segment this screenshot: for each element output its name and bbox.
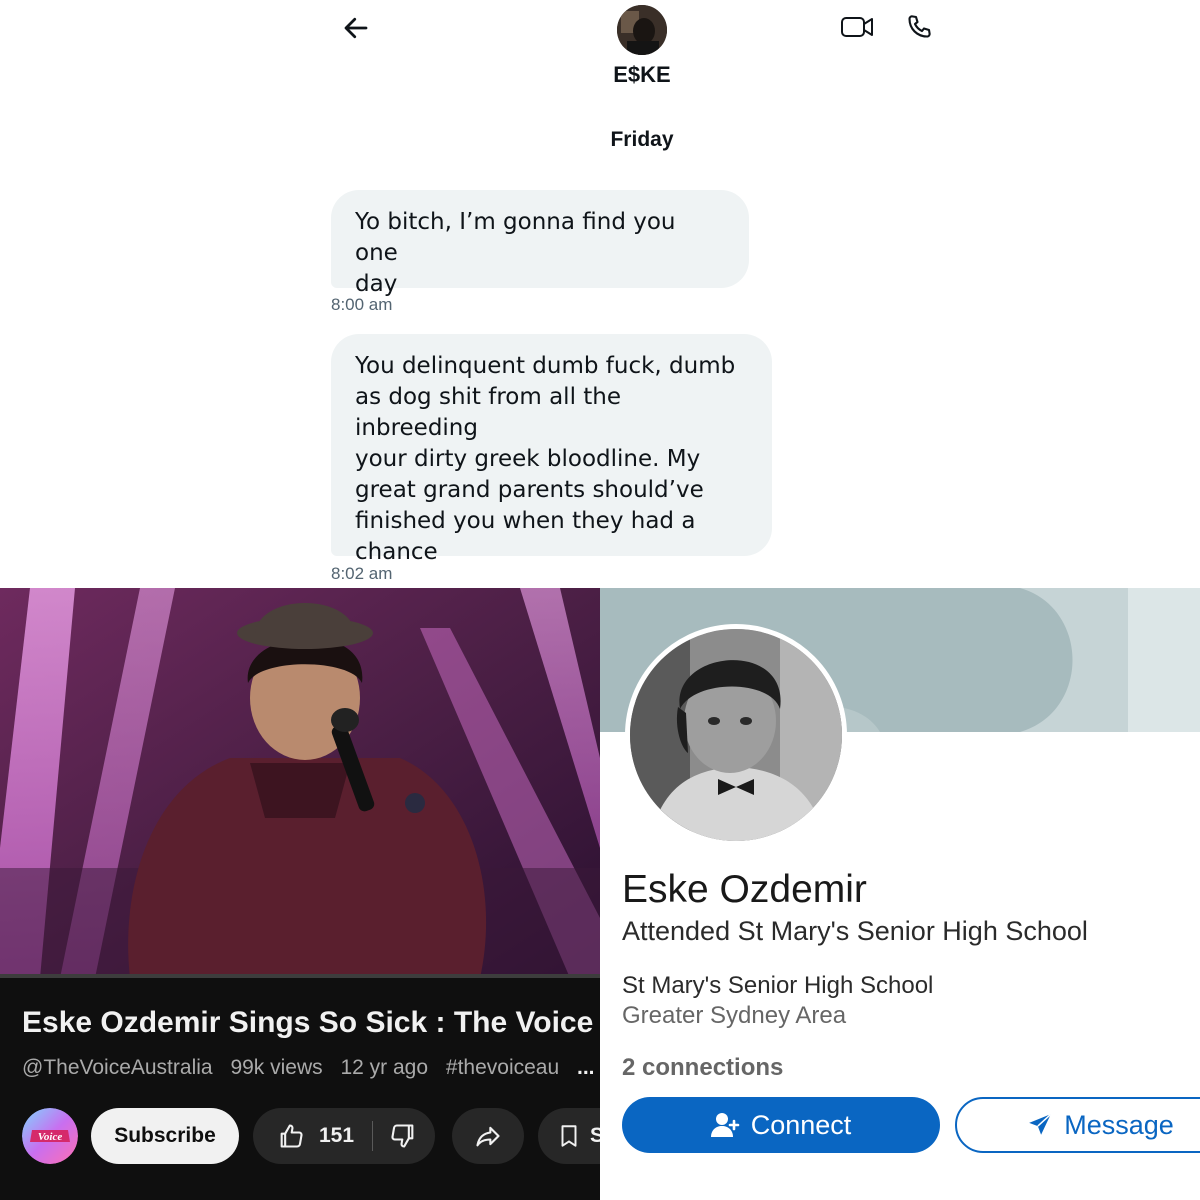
video-call-button[interactable] (840, 10, 874, 44)
message-timestamp: 8:02 am (331, 564, 393, 583)
save-button[interactable]: S (538, 1108, 600, 1164)
contact-avatar[interactable] (617, 5, 667, 55)
avatar-photo (617, 5, 667, 55)
voice-call-button[interactable] (902, 10, 936, 44)
direct-message-panel: E$KE Friday Yo bitch, I’m gonna find you… (0, 0, 1200, 588)
video-progress-bar[interactable] (0, 974, 600, 978)
video-frame-image (0, 588, 600, 978)
message-line: day (355, 271, 398, 297)
message-label: Message (1064, 1109, 1174, 1140)
connect-button[interactable]: Connect (622, 1097, 940, 1153)
profile-panel: Eske Ozdemir Attended St Mary's Senior H… (600, 588, 1200, 1200)
connect-label: Connect (750, 1109, 852, 1140)
date-separator: Friday (610, 128, 674, 151)
profile-school[interactable]: St Mary's Senior High School (622, 972, 933, 1000)
like-count: 151 (319, 1124, 355, 1147)
hashtag-link[interactable]: #thevoiceau (446, 1056, 559, 1079)
more-button[interactable]: ... (577, 1056, 595, 1079)
message-line: as dog shit from all the inbreeding (355, 384, 622, 441)
share-button[interactable] (452, 1108, 524, 1164)
message-line: finished you when they had a (355, 508, 696, 534)
profile-photo-image (630, 629, 842, 841)
message-line: Yo bitch, I’m gonna find you one (355, 209, 676, 266)
arrow-left-icon (344, 17, 368, 39)
add-person-icon (710, 1113, 740, 1137)
connections-count[interactable]: 2 connections (622, 1054, 783, 1082)
message-line: your dirty greek bloodline. My (355, 446, 701, 472)
video-metadata: @TheVoiceAustralia 99k views 12 yr ago #… (22, 1056, 600, 1080)
bookmark-icon (561, 1125, 577, 1147)
video-panel: Eske Ozdemir Sings So Sick : The Voice @… (0, 588, 600, 1200)
profile-headline: Attended St Mary's Senior High School (622, 916, 1088, 946)
video-camera-icon (841, 17, 873, 37)
channel-handle[interactable]: @TheVoiceAustralia (22, 1056, 213, 1079)
message-bubble[interactable]: You delinquent dumb fuck, dumb as dog sh… (331, 334, 772, 565)
logo-text: Voice (38, 1131, 63, 1143)
contact-name[interactable]: E$KE (560, 62, 724, 88)
message-button[interactable]: Message (955, 1097, 1200, 1153)
thumbs-up-icon[interactable] (277, 1122, 305, 1150)
subscribe-button[interactable]: Subscribe (91, 1108, 239, 1164)
phone-icon (908, 15, 931, 38)
message-timestamp: 8:00 am (331, 295, 393, 314)
video-title[interactable]: Eske Ozdemir Sings So Sick : The Voice (22, 1006, 600, 1040)
the-voice-logo: Voice (22, 1108, 78, 1164)
message-line: You delinquent dumb fuck, dumb (355, 353, 736, 379)
thumbs-down-icon[interactable] (389, 1122, 417, 1150)
message-bubble[interactable]: Yo bitch, I’m gonna find you one day (331, 190, 749, 297)
video-player[interactable] (0, 588, 600, 978)
view-count: 99k views (230, 1056, 323, 1079)
share-icon (476, 1126, 500, 1147)
message-line: great grand parents should’ve (355, 477, 704, 503)
profile-photo[interactable] (625, 624, 847, 846)
divider (372, 1121, 374, 1151)
channel-avatar[interactable]: Voice (22, 1108, 78, 1164)
message-line: chance (355, 539, 438, 565)
send-icon (1029, 1113, 1052, 1135)
profile-name: Eske Ozdemir (622, 868, 867, 911)
back-button[interactable] (336, 8, 376, 48)
save-label: S (590, 1124, 600, 1147)
like-dislike-group: 151 (253, 1108, 435, 1164)
upload-age: 12 yr ago (340, 1056, 429, 1079)
profile-location: Greater Sydney Area (622, 1002, 847, 1029)
